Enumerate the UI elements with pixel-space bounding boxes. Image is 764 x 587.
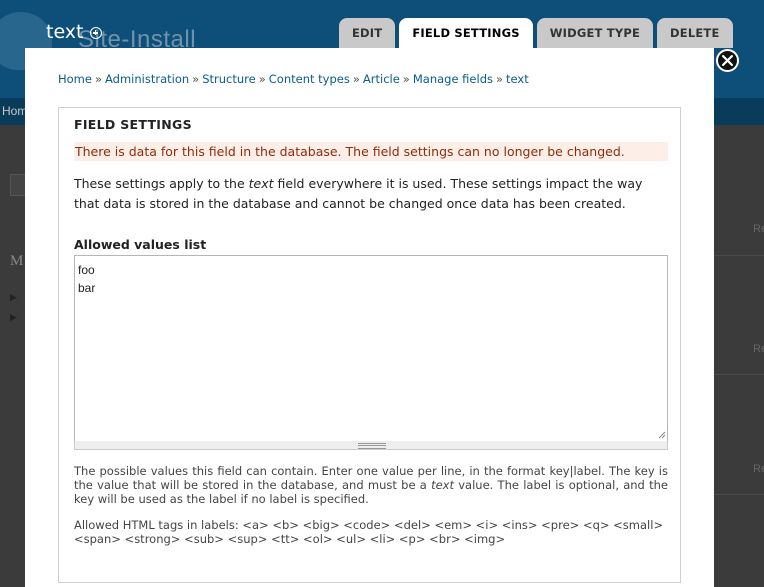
background-home-link: Hom xyxy=(2,104,28,118)
tab-field-settings[interactable]: FIELD SETTINGS xyxy=(399,18,533,48)
background-row-link: Re xyxy=(753,223,764,235)
breadcrumb-home[interactable]: Home xyxy=(58,72,92,86)
allowed-tags-help: Allowed HTML tags in labels: <a> <b> <bi… xyxy=(74,518,664,546)
allowed-values-label: Allowed values list xyxy=(74,237,207,252)
tab-delete[interactable]: DELETE xyxy=(657,18,733,48)
description-text: These settings apply to the xyxy=(74,176,249,191)
background-heading-letter: M xyxy=(10,253,24,269)
fieldset-legend: FIELD SETTINGS xyxy=(74,117,192,132)
breadcrumb-separator: » xyxy=(402,72,410,86)
add-shortcut-icon[interactable] xyxy=(89,27,102,39)
textarea-grippie[interactable] xyxy=(74,441,668,450)
close-button[interactable] xyxy=(716,49,739,72)
warning-message: There is data for this field in the data… xyxy=(74,142,668,161)
breadcrumb-text[interactable]: text xyxy=(506,72,529,86)
breadcrumb-separator: » xyxy=(192,72,200,86)
modal-tabs: EDIT FIELD SETTINGS WIDGET TYPE DELETE xyxy=(339,18,733,48)
breadcrumb: Home» Administration» Structure» Content ty… xyxy=(58,72,529,86)
background-divider xyxy=(713,494,764,495)
triangle-right-icon: ▶ xyxy=(10,293,17,303)
breadcrumb-content-types[interactable]: Content types xyxy=(269,72,350,86)
allowed-values-textarea[interactable] xyxy=(75,256,667,441)
tab-widget-type[interactable]: WIDGET TYPE xyxy=(536,18,654,48)
breadcrumb-separator: » xyxy=(94,72,103,86)
modal-title: text xyxy=(46,21,102,43)
tab-edit[interactable]: EDIT xyxy=(339,18,396,48)
background-divider xyxy=(713,374,764,375)
background-divider xyxy=(713,255,764,256)
field-description: These settings apply to the text field e… xyxy=(74,174,668,214)
breadcrumb-separator: » xyxy=(258,72,266,86)
background-row-link: Re xyxy=(753,343,764,355)
help-type-name: text xyxy=(431,478,454,492)
resize-handle-icon[interactable] xyxy=(658,431,666,439)
breadcrumb-separator: » xyxy=(495,72,504,86)
close-icon xyxy=(722,55,733,66)
breadcrumb-manage-fields[interactable]: Manage fields xyxy=(413,72,493,86)
breadcrumb-separator: » xyxy=(352,72,360,86)
description-field-name: text xyxy=(248,176,274,191)
breadcrumb-administration[interactable]: Administration xyxy=(105,72,189,86)
allowed-values-help: The possible values this field can conta… xyxy=(74,464,668,506)
allowed-values-wrapper xyxy=(74,255,668,441)
field-settings-fieldset: FIELD SETTINGS There is data for this fi… xyxy=(58,107,681,583)
background-row-link: Re xyxy=(753,463,764,475)
triangle-right-icon: ▶ xyxy=(10,313,17,323)
breadcrumb-article[interactable]: Article xyxy=(363,72,400,86)
modal-title-text: text xyxy=(46,21,84,43)
breadcrumb-structure[interactable]: Structure xyxy=(202,72,256,86)
